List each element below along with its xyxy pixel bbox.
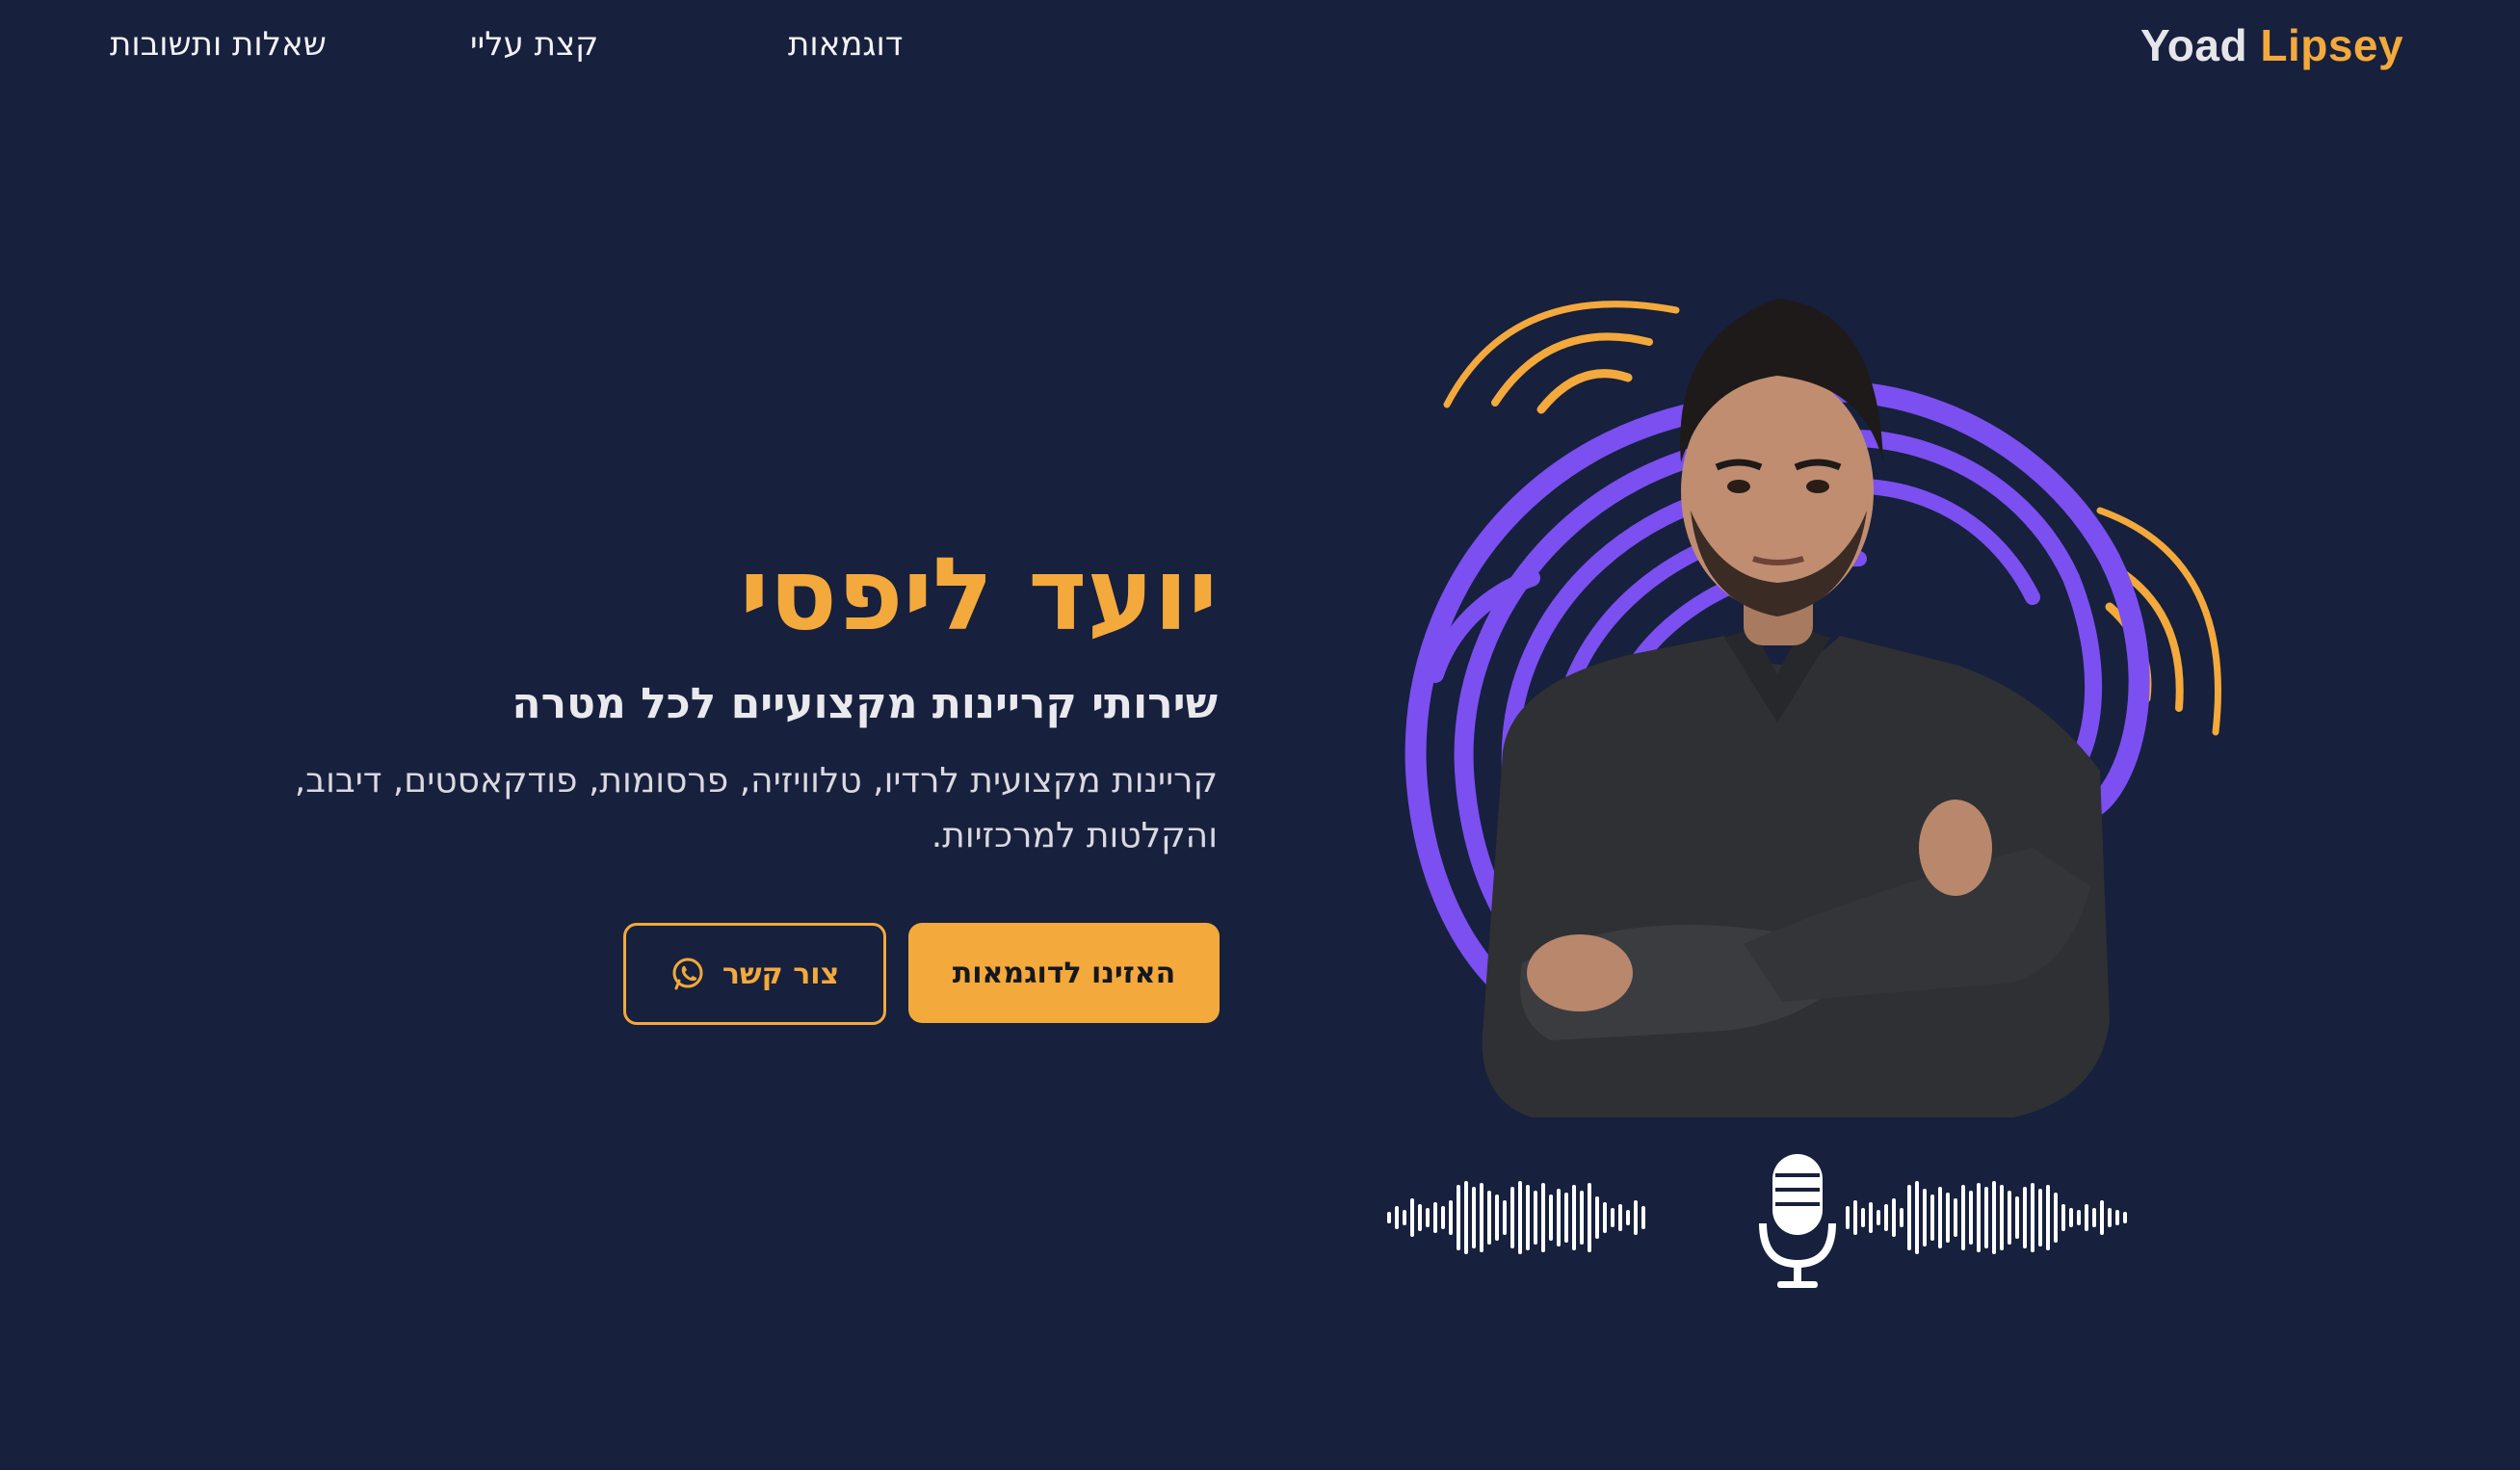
waveform-left-icon [1387, 1181, 1645, 1254]
nav-link-samples[interactable]: דוגמאות [788, 25, 903, 64]
logo-first-name: Yoad [2140, 20, 2248, 70]
waveform-right-icon [1846, 1181, 2127, 1254]
contact-label: צור קשר [722, 957, 840, 991]
microphone-icon [1759, 1154, 1836, 1288]
hero-subtitle: שירותי קריינות מקצועיים לכל מטרה [512, 679, 1218, 728]
hero-title: יועד ליפסי [739, 536, 1218, 653]
sound-waves-left-icon [1443, 301, 1680, 414]
whatsapp-icon [670, 957, 705, 991]
listen-samples-button[interactable]: האזינו לדוגמאות [908, 923, 1220, 1023]
contact-button[interactable]: צור קשר [623, 923, 886, 1025]
listen-samples-label: האזינו לדוגמאות [952, 956, 1176, 990]
nav-link-about[interactable]: קצת עליי [470, 25, 598, 64]
logo-last-name: Lipsey [2260, 20, 2404, 70]
hero-description: קריינות מקצועית לרדיו, טלוויזיה, פרסומות… [294, 761, 1218, 855]
logo[interactable]: Yoad Lipsey [2140, 19, 2403, 71]
nav-link-faq[interactable]: שאלות ותשובות [110, 25, 327, 64]
hero-illustration [1339, 270, 2244, 1291]
portrait-image [1482, 299, 2110, 1117]
sound-waves-right-icon [2096, 507, 2221, 736]
